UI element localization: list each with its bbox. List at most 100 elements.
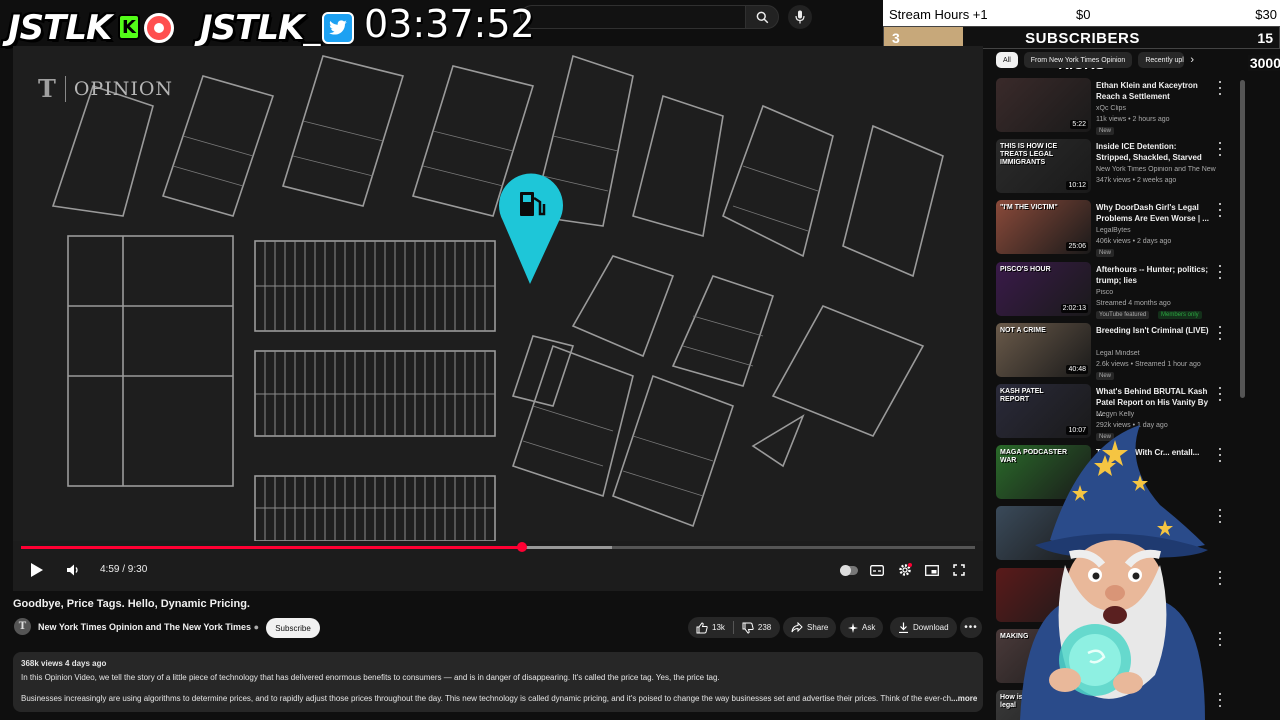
ask-label: Ask <box>862 623 876 632</box>
chip-next-icon[interactable]: › <box>1190 52 1194 68</box>
video-duration: 10:12 <box>1066 181 1088 191</box>
related-video-channel[interactable]: Megyn Kelly <box>1096 411 1216 418</box>
video-duration: 40:48 <box>1066 364 1088 374</box>
voice-search-button[interactable] <box>788 5 812 29</box>
sidebar-scrollbar[interactable] <box>1240 80 1245 398</box>
share-button[interactable]: Share <box>783 617 837 638</box>
stream-hours-min: $0 <box>1076 7 1091 22</box>
played-bar <box>21 546 522 549</box>
subscribe-button[interactable]: Subscribe <box>266 618 320 638</box>
chip-from-channel[interactable]: From New York Times Opinion <box>1023 52 1133 68</box>
search-input[interactable] <box>520 5 745 29</box>
chip-recently-uploaded[interactable]: Recently uploaded <box>1138 52 1185 68</box>
related-video-title[interactable]: Inside ICE Detention: Stripped, Shackled… <box>1096 141 1211 163</box>
related-video-item[interactable]: 5:22 Ethan Klein and Kaceytron Reach a Se… <box>996 78 1236 136</box>
more-vertical-icon[interactable] <box>1216 631 1224 646</box>
search-icon <box>756 11 768 23</box>
related-video-channel[interactable]: New York Times Opinion and The New Y... <box>1096 166 1216 173</box>
more-vertical-icon[interactable] <box>1216 448 1224 463</box>
thumbnail-caption: NOT A CRIME <box>1000 326 1046 334</box>
video-thumbnail[interactable]: NOT A CRIME 40:48 <box>996 322 1091 377</box>
related-video-meta: 11k views • 2 hours ago <box>1096 116 1170 123</box>
microphone-icon <box>795 10 805 24</box>
description-paragraph-1: In this Opinion Video, we tell the story… <box>21 673 720 682</box>
like-divider <box>732 621 734 634</box>
ask-button[interactable]: Ask <box>840 617 884 638</box>
like-dislike-group: 13k 238 <box>688 617 780 638</box>
related-video-item[interactable]: "I'M THE VICTIM" 25:06 Why DoorDash Girl's… <box>996 200 1236 258</box>
related-video-badge: New <box>1096 249 1115 258</box>
like-count[interactable]: 13k <box>712 623 725 632</box>
download-label: Download <box>913 623 949 632</box>
gear-icon <box>899 563 912 576</box>
search-button[interactable] <box>745 5 779 29</box>
share-icon <box>791 622 803 633</box>
kicks-goal: 3000 <box>1247 55 1280 71</box>
nyt-opinion-watermark: T OPINION <box>38 74 173 103</box>
fullscreen-button[interactable] <box>949 559 969 581</box>
more-actions-button[interactable]: ••• <box>960 617 982 638</box>
related-video-meta: 347k views • 2 weeks ago <box>1096 177 1177 185</box>
video-thumbnail[interactable]: 5:22 <box>996 78 1091 132</box>
captions-button[interactable] <box>867 559 887 581</box>
more-vertical-icon[interactable] <box>1216 142 1224 157</box>
wizard-mascot-image <box>1020 425 1208 720</box>
video-frame-map <box>13 46 983 541</box>
related-video-title[interactable]: Afterhours -- Hunter; politics; trump; l… <box>1096 264 1211 286</box>
more-vertical-icon[interactable] <box>1216 81 1224 95</box>
related-video-meta: 406k views • 2 days ago <box>1096 238 1172 246</box>
related-video-item[interactable]: NOT A CRIME 40:48 Breeding Isn't Criminal … <box>996 322 1236 381</box>
more-vertical-icon[interactable] <box>1216 264 1224 279</box>
related-filter-chips: All From New York Times Opinion Recently… <box>996 52 1194 68</box>
video-duration: 25:06 <box>1066 242 1088 252</box>
channel-name[interactable]: New York Times Opinion and The New York … <box>38 622 259 632</box>
volume-button[interactable] <box>63 559 83 581</box>
fullscreen-icon <box>953 564 965 576</box>
video-player[interactable]: T OPINION 4:59 / 9:30 <box>13 46 983 591</box>
related-video-title[interactable]: Ethan Klein and Kaceytron Reach a Settle… <box>1096 80 1211 102</box>
related-video-channel[interactable]: LegalBytes <box>1096 227 1216 234</box>
sparkle-icon <box>848 622 858 633</box>
dislike-count[interactable]: 238 <box>758 623 771 632</box>
related-video-channel[interactable]: xQc Clips <box>1096 105 1216 112</box>
description-paragraph-2: Businesses increasingly are using algori… <box>21 694 952 703</box>
chip-all[interactable]: All <box>996 52 1018 68</box>
nyt-logo: T <box>38 74 57 103</box>
more-vertical-icon[interactable] <box>1216 509 1224 524</box>
more-vertical-icon[interactable] <box>1216 325 1224 340</box>
more-vertical-icon[interactable] <box>1216 203 1224 218</box>
related-video-title[interactable]: Breeding Isn't Criminal (LIVE) <box>1096 325 1211 336</box>
subscribers-label: SUBSCRIBERS <box>1025 30 1140 47</box>
related-video-badge: New <box>1096 127 1115 135</box>
video-progress-bar[interactable] <box>21 542 975 552</box>
video-thumbnail[interactable]: "I'M THE VICTIM" 25:06 <box>996 200 1091 255</box>
show-more-link[interactable]: ...more <box>951 694 977 703</box>
related-video-item[interactable]: THIS IS HOW ICE TREATS LEGAL IMMIGRANTS 1… <box>996 139 1236 197</box>
related-video-channel[interactable]: Legal Mindset <box>1096 350 1216 357</box>
video-title: Goodbye, Price Tags. Hello, Dynamic Pric… <box>13 598 250 610</box>
channel-avatar[interactable]: T <box>14 618 31 635</box>
time-display: 4:59 / 9:30 <box>100 564 148 575</box>
video-thumbnail[interactable]: THIS IS HOW ICE TREATS LEGAL IMMIGRANTS 1… <box>996 139 1091 194</box>
scrubber-handle[interactable] <box>516 542 527 552</box>
play-button[interactable] <box>27 559 47 581</box>
theater-mode-icon <box>925 564 939 576</box>
thumbs-up-icon[interactable] <box>696 621 708 634</box>
settings-button[interactable] <box>895 559 915 581</box>
more-vertical-icon[interactable] <box>1216 693 1224 707</box>
more-vertical-icon[interactable] <box>1216 570 1224 585</box>
miniplayer-button[interactable] <box>922 559 942 581</box>
streamer-brand-twitter: JSTLK_ <box>200 8 320 48</box>
description-box[interactable]: 368k views 4 days ago In this Opinion Vi… <box>13 652 983 712</box>
thumbs-down-icon[interactable] <box>742 622 754 634</box>
more-vertical-icon[interactable] <box>1216 387 1224 401</box>
video-thumbnail[interactable]: PISCO'S HOUR 2:02:13 <box>996 261 1091 316</box>
stream-hours-label: Stream Hours +1 <box>889 7 988 22</box>
download-button[interactable]: Download <box>890 617 957 638</box>
related-video-channel[interactable]: Pisco <box>1096 289 1216 296</box>
related-video-item[interactable]: PISCO'S HOUR 2:02:13 Afterhours -- Hunter;… <box>996 261 1236 320</box>
share-label: Share <box>807 623 829 632</box>
autoplay-toggle[interactable] <box>839 559 859 581</box>
captions-icon <box>870 564 884 576</box>
related-video-title[interactable]: Why DoorDash Girl's Legal Problems Are E… <box>1096 202 1211 224</box>
